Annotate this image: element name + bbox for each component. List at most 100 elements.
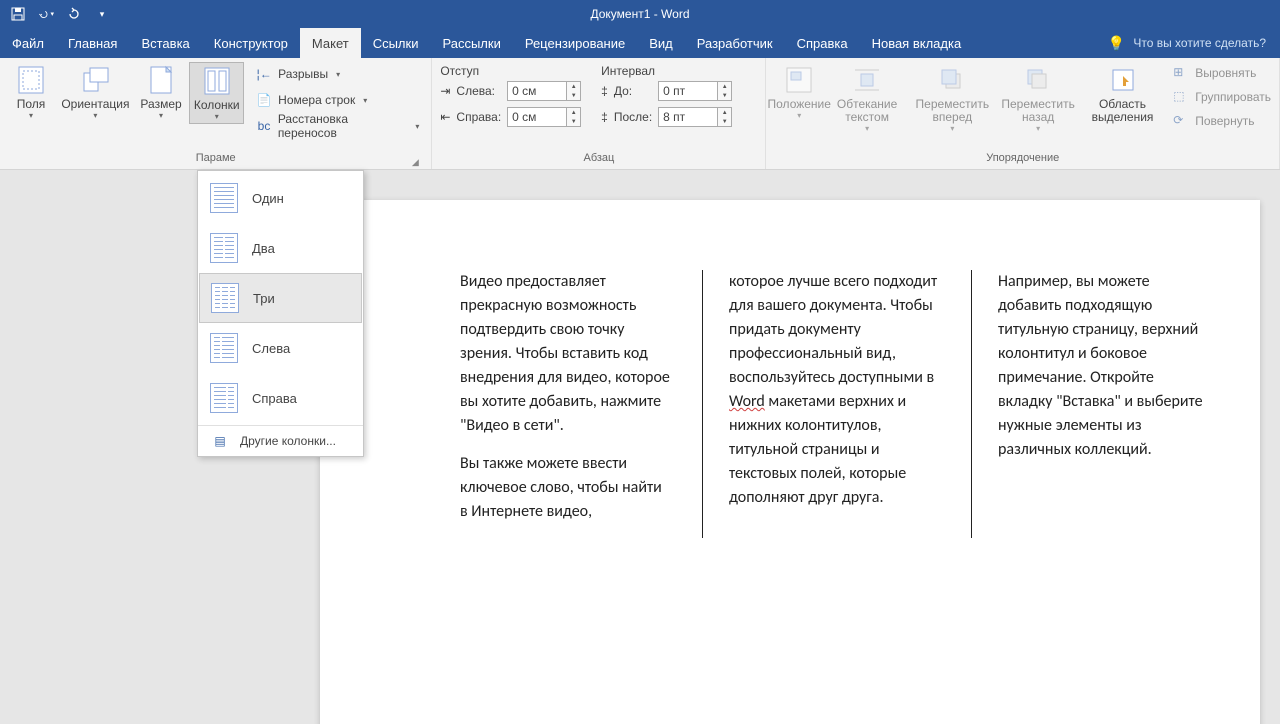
send-backward-button[interactable]: Переместить назад ▾ [998,62,1077,135]
hyphenation-button[interactable]: bc Расстановка переносов ▾ [252,114,423,138]
title-bar: ▾ ▾ Документ1 - Word [0,0,1280,28]
columns-one[interactable]: Один [198,173,363,223]
redo-icon[interactable] [66,6,82,22]
quick-access-toolbar: ▾ ▾ [0,6,120,22]
save-icon[interactable] [10,6,26,22]
document-area: Видео предоставляет прекрасную возможнос… [0,170,1280,724]
chevron-down-icon: ▾ [29,111,33,120]
wrap-text-button[interactable]: Обтекание текстом ▾ [828,62,906,135]
tab-design[interactable]: Конструктор [202,28,300,58]
tab-insert[interactable]: Вставка [129,28,201,58]
columns-three-icon [211,283,239,313]
orientation-icon [79,64,111,96]
text-column-1: Видео предоставляет прекрасную возможнос… [460,270,672,538]
tab-new[interactable]: Новая вкладка [860,28,974,58]
ribbon: Поля ▾ Ориентация ▾ Размер ▾ Колонки ▾ ¦… [0,58,1280,170]
dialog-launcher-icon[interactable]: ◢ [409,155,421,167]
group-paragraph: Отступ ⇥ Слева: ▲▼ ⇤ Справа: ▲▼ Интервал… [432,58,766,169]
bring-forward-icon [936,64,968,96]
text-column-2: которое лучше всего подходит для вашего … [702,270,941,538]
paragraph[interactable]: Видео предоставляет прекрасную возможнос… [460,270,672,438]
columns-left[interactable]: Слева [198,323,363,373]
line-numbers-icon: 📄 [256,92,272,108]
tab-mailings[interactable]: Рассылки [430,28,512,58]
chevron-down-icon: ▾ [1036,124,1040,133]
align-icon: ⊞ [1173,65,1189,81]
position-icon [783,64,815,96]
chevron-down-icon: ▾ [950,124,954,133]
group-icon: ⬚ [1173,89,1189,105]
indent-header: Отступ [440,62,581,80]
breaks-button[interactable]: ¦← Разрывы ▾ [252,62,423,86]
tab-layout[interactable]: Макет [300,28,361,58]
wrap-text-icon [851,64,883,96]
group-button[interactable]: ⬚Группировать [1173,86,1271,108]
qat-customize-icon[interactable]: ▾ [94,6,110,22]
rotate-button[interactable]: ⟳Повернуть [1173,110,1271,132]
send-backward-icon [1022,64,1054,96]
margins-button[interactable]: Поля ▾ [8,62,54,122]
chevron-down-icon: ▾ [159,111,163,120]
chevron-down-icon: ▾ [415,122,419,131]
group-arrange: Положение ▾ Обтекание текстом ▾ Перемест… [766,58,1280,169]
orientation-button[interactable]: Ориентация ▾ [58,62,133,122]
separator [198,425,363,426]
rotate-icon: ⟳ [1173,113,1189,129]
columns-two-icon [210,233,238,263]
columns-right-icon [210,383,238,413]
selection-pane-button[interactable]: Область выделения [1082,62,1163,126]
columns-right[interactable]: Справа [198,373,363,423]
columns-button[interactable]: Колонки ▾ [189,62,244,124]
margins-icon [15,64,47,96]
spelling-error[interactable]: Word [729,392,765,411]
tab-review[interactable]: Рецензирование [513,28,637,58]
chevron-down-icon: ▾ [865,124,869,133]
spacing-before-input[interactable]: ▲▼ [658,81,732,101]
columns-three[interactable]: Три [199,273,362,323]
group-label-paragraph: Абзац [440,151,757,169]
paragraph[interactable]: Например, вы можете добавить подходящую … [998,270,1210,462]
indent-left-input[interactable]: ▲▼ [507,81,581,101]
undo-icon[interactable]: ▾ [38,6,54,22]
columns-icon [201,65,233,97]
bring-forward-button[interactable]: Переместить вперед ▾ [910,62,994,135]
tab-file[interactable]: Файл [0,28,56,58]
chevron-down-icon: ▾ [336,70,340,79]
group-page-setup: Поля ▾ Ориентация ▾ Размер ▾ Колонки ▾ ¦… [0,58,432,169]
spacing-after-input[interactable]: ▲▼ [658,107,732,127]
paragraph[interactable]: Вы также можете ввести ключевое слово, ч… [460,452,672,524]
hyphenation-icon: bc [256,118,272,134]
chevron-down-icon: ▾ [797,111,801,120]
size-icon [145,64,177,96]
chevron-down-icon: ▾ [93,111,97,120]
spacing-header: Интервал [601,62,732,80]
line-numbers-button[interactable]: 📄 Номера строк ▾ [252,88,423,112]
columns-more-icon: ▤ [210,434,230,448]
paragraph[interactable]: которое лучше всего подходит для вашего … [729,270,941,510]
indent-right-input[interactable]: ▲▼ [507,107,581,127]
chevron-down-icon: ▾ [215,112,219,121]
selection-pane-icon [1107,64,1139,96]
tab-home[interactable]: Главная [56,28,129,58]
spacing-before-icon: ‡ [601,84,608,98]
tell-me-placeholder: Что вы хотите сделать? [1133,36,1266,50]
tab-references[interactable]: Ссылки [361,28,431,58]
position-button[interactable]: Положение ▾ [774,62,823,122]
indent-left-icon: ⇥ [440,84,450,98]
align-button[interactable]: ⊞Выровнять [1173,62,1271,84]
lightbulb-icon: 💡 [1108,35,1125,52]
size-button[interactable]: Размер ▾ [137,62,185,122]
spacing-after-icon: ‡ [601,110,608,124]
group-label-page-setup: Параметры страницыПараме ◢ [8,151,423,169]
document-title: Документ1 - Word [590,7,689,21]
group-label-arrange: Упорядочение [774,151,1271,169]
tab-view[interactable]: Вид [637,28,685,58]
text-column-3: Например, вы можете добавить подходящую … [971,270,1210,538]
page[interactable]: Видео предоставляет прекрасную возможнос… [320,200,1260,724]
tell-me-search[interactable]: 💡 Что вы хотите сделать? [1094,28,1280,58]
columns-two[interactable]: Два [198,223,363,273]
breaks-icon: ¦← [256,66,272,82]
columns-more[interactable]: ▤ Другие колонки... [198,428,363,454]
tab-developer[interactable]: Разработчик [685,28,785,58]
tab-help[interactable]: Справка [785,28,860,58]
